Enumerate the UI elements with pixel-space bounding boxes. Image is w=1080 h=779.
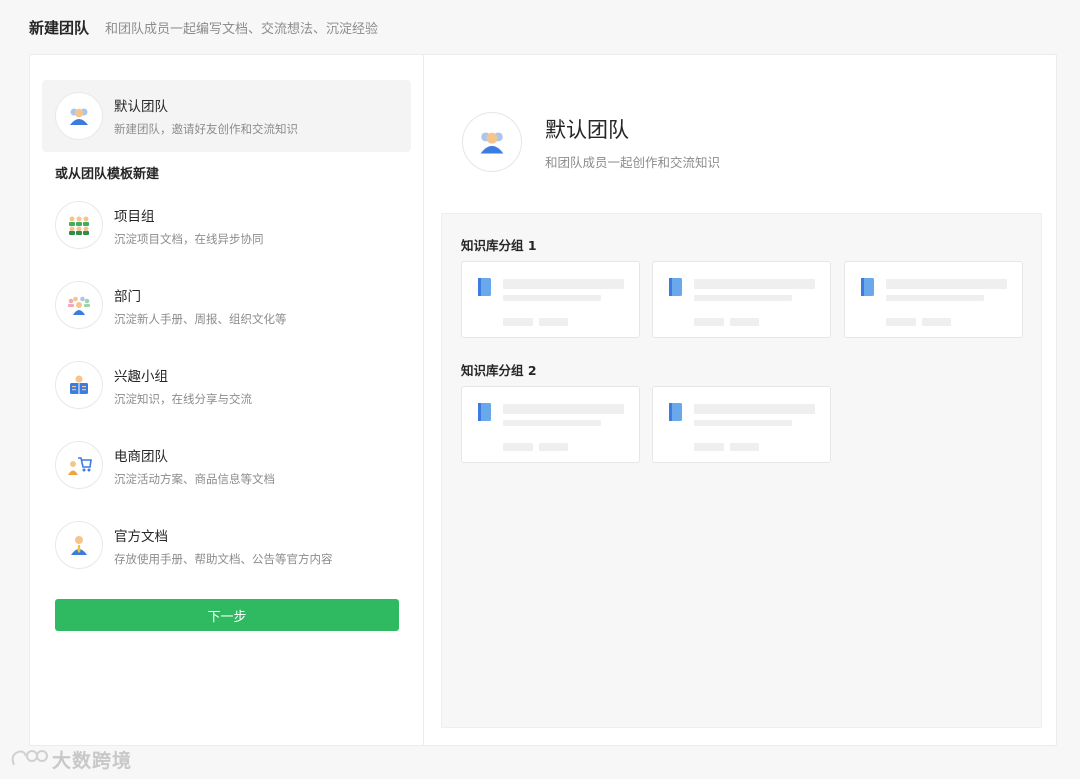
- project-group-icon: [55, 201, 103, 249]
- templates-section-label: 或从团队模板新建: [55, 167, 160, 182]
- page-title: 新建团队: [29, 18, 90, 37]
- team-type-list: 默认团队 新建团队，邀请好友创作和交流知识 或从团队模板新建 项目组 沉淀项目文…: [30, 55, 424, 745]
- book-icon: [669, 278, 682, 296]
- team-icon: [55, 92, 103, 140]
- template-title: 官方文档: [114, 529, 168, 545]
- template-desc: 沉淀新人手册、周报、组织文化等: [114, 312, 287, 326]
- template-title: 兴趣小组: [114, 369, 168, 385]
- knowledge-base-card: [461, 261, 640, 338]
- preview-header: 默认团队 和团队成员一起创作和交流知识: [441, 72, 1042, 213]
- template-project-group[interactable]: 项目组 沉淀项目文档，在线异步协同: [42, 193, 411, 259]
- template-department[interactable]: 部门 沉淀新人手册、周报、组织文化等: [42, 273, 411, 339]
- group-label: 知识库分组 2: [461, 363, 537, 378]
- official-person-icon: [55, 521, 103, 569]
- group-label: 知识库分组 1: [461, 238, 537, 253]
- shopping-cart-icon: [55, 441, 103, 489]
- book-icon: [669, 403, 682, 421]
- default-team-option[interactable]: 默认团队 新建团队，邀请好友创作和交流知识: [42, 80, 411, 152]
- template-desc: 沉淀知识，在线分享与交流: [114, 392, 252, 406]
- template-title: 项目组: [114, 209, 155, 225]
- template-ecommerce-team[interactable]: 电商团队 沉淀活动方案、商品信息等文档: [42, 433, 411, 499]
- watermark: 大数跨境: [8, 744, 132, 774]
- book-icon: [478, 403, 491, 421]
- knowledge-base-card: [844, 261, 1023, 338]
- knowledge-base-card: [652, 386, 831, 463]
- default-team-title: 默认团队: [114, 99, 168, 115]
- page-subtitle: 和团队成员一起编写文档、交流想法、沉淀经验: [105, 21, 379, 37]
- book-icon: [861, 278, 874, 296]
- book-icon: [478, 278, 491, 296]
- knowledge-base-card: [652, 261, 831, 338]
- page-header: 新建团队 和团队成员一起编写文档、交流想法、沉淀经验: [29, 14, 378, 40]
- create-team-panel: 默认团队 新建团队，邀请好友创作和交流知识 或从团队模板新建 项目组 沉淀项目文…: [29, 54, 1057, 746]
- template-desc: 沉淀项目文档，在线异步协同: [114, 232, 264, 246]
- team-icon: [462, 112, 522, 172]
- knowledge-base-card: [461, 386, 640, 463]
- preview-desc: 和团队成员一起创作和交流知识: [545, 155, 721, 170]
- template-title: 电商团队: [114, 449, 168, 465]
- next-step-button[interactable]: 下一步: [55, 599, 399, 631]
- department-icon: [55, 281, 103, 329]
- template-desc: 存放使用手册、帮助文档、公告等官方内容: [114, 552, 333, 566]
- team-preview: 默认团队 和团队成员一起创作和交流知识 知识库分组 1 知识库分组 2: [425, 55, 1057, 745]
- template-official-docs[interactable]: 官方文档 存放使用手册、帮助文档、公告等官方内容: [42, 513, 411, 579]
- preview-title: 默认团队: [545, 118, 629, 142]
- template-interest-group[interactable]: 兴趣小组 沉淀知识，在线分享与交流: [42, 353, 411, 419]
- reading-icon: [55, 361, 103, 409]
- template-desc: 沉淀活动方案、商品信息等文档: [114, 472, 275, 486]
- knowledge-base-groups: 知识库分组 1 知识库分组 2: [441, 213, 1042, 728]
- watermark-logo-icon: [11, 750, 48, 766]
- watermark-text: 大数跨境: [52, 749, 133, 772]
- default-team-desc: 新建团队，邀请好友创作和交流知识: [114, 122, 298, 136]
- template-title: 部门: [114, 289, 141, 305]
